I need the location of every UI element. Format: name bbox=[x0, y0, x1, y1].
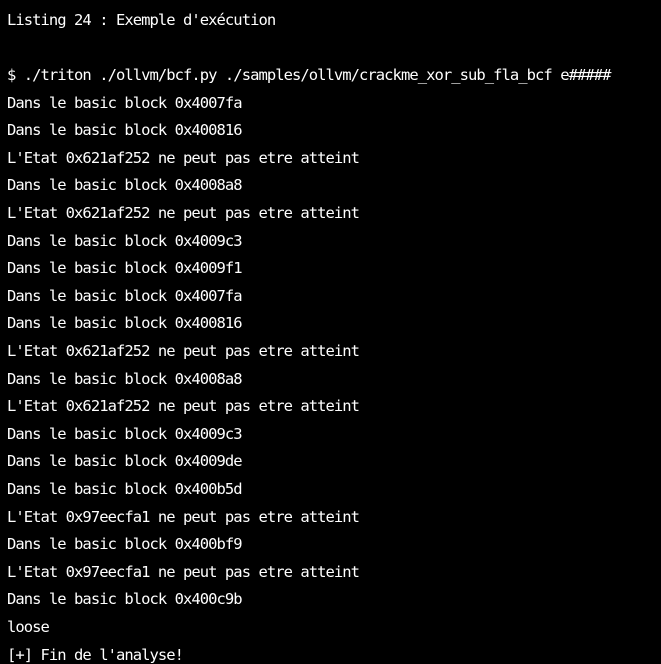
output-line: L'Etat 0x621af252 ne peut pas etre attei… bbox=[7, 148, 360, 167]
output-line: Dans le basic block 0x4007fa bbox=[7, 93, 243, 112]
listing-title: Listing 24 : Exemple d'exécution bbox=[7, 11, 276, 29]
output-line: loose bbox=[7, 617, 50, 636]
output-line: Dans le basic block 0x4007fa bbox=[7, 286, 243, 305]
output-line: Dans le basic block 0x4009c3 bbox=[7, 231, 243, 250]
output-line: Dans le basic block 0x400816 bbox=[7, 314, 243, 333]
output-line: Dans le basic block 0x4009de bbox=[7, 452, 243, 471]
output-line: Dans le basic block 0x400b5d bbox=[7, 479, 243, 498]
output-line: Dans le basic block 0x400816 bbox=[7, 121, 243, 140]
output-line: Dans le basic block 0x4008a8 bbox=[7, 176, 243, 195]
output-line: [+] Fin de l'analyse! bbox=[7, 645, 184, 664]
command-line: $ ./triton ./ollvm/bcf.py ./samples/ollv… bbox=[7, 66, 611, 84]
output-line: L'Etat 0x621af252 ne peut pas etre attei… bbox=[7, 203, 360, 222]
output-line: L'Etat 0x97eecfa1 ne peut pas etre attei… bbox=[7, 562, 360, 581]
output-line: Dans le basic block 0x400c9b bbox=[7, 590, 243, 609]
output-line: Dans le basic block 0x400bf9 bbox=[7, 535, 243, 554]
output-line: L'Etat 0x621af252 ne peut pas etre attei… bbox=[7, 341, 360, 360]
output-line: Dans le basic block 0x4009c3 bbox=[7, 424, 243, 443]
output-line: L'Etat 0x621af252 ne peut pas etre attei… bbox=[7, 397, 360, 416]
terminal-window: Listing 24 : Exemple d'exécution $ ./tri… bbox=[0, 0, 661, 664]
output-line: L'Etat 0x97eecfa1 ne peut pas etre attei… bbox=[7, 507, 360, 526]
output-line: Dans le basic block 0x4008a8 bbox=[7, 369, 243, 388]
output-line: Dans le basic block 0x4009f1 bbox=[7, 259, 243, 278]
